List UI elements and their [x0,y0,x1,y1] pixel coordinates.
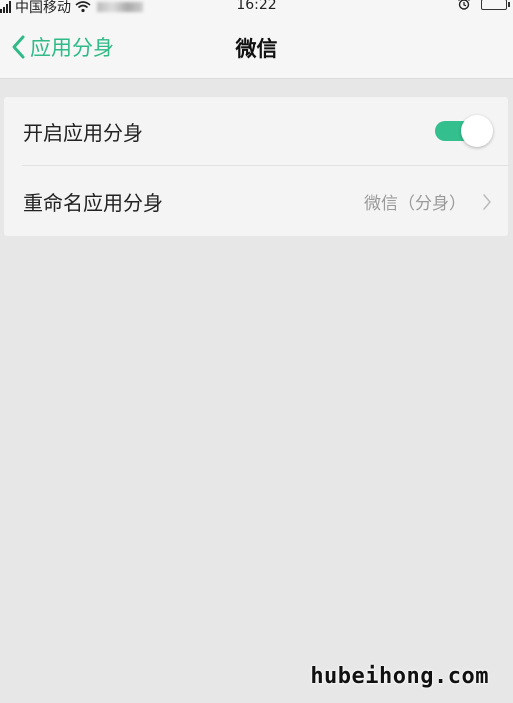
back-label: 应用分身 [30,36,114,60]
back-button[interactable]: 应用分身 [8,32,114,62]
watermark: hubeihong.com [310,664,489,689]
nav-bar: 应用分身 微信 [0,20,513,79]
rename-clone-value: 微信（分身） [364,194,466,214]
rename-clone-row[interactable]: 重命名应用分身 微信（分身） [4,167,508,236]
toggle-knob [461,115,493,147]
rename-clone-label: 重命名应用分身 [23,191,163,215]
enable-clone-row: 开启应用分身 [4,97,508,166]
chevron-left-icon [12,35,25,59]
settings-card: 开启应用分身 重命名应用分身 微信（分身） [4,97,508,236]
row-divider [22,165,508,166]
chevron-right-icon [483,193,491,210]
status-right [457,0,510,10]
enable-clone-label: 开启应用分身 [23,121,143,145]
battery-icon [481,0,510,10]
status-time: 16:22 [236,0,277,13]
status-bar: 中国移动 16:22 [0,0,513,20]
enable-clone-toggle[interactable] [435,115,493,147]
alarm-icon [458,0,470,10]
